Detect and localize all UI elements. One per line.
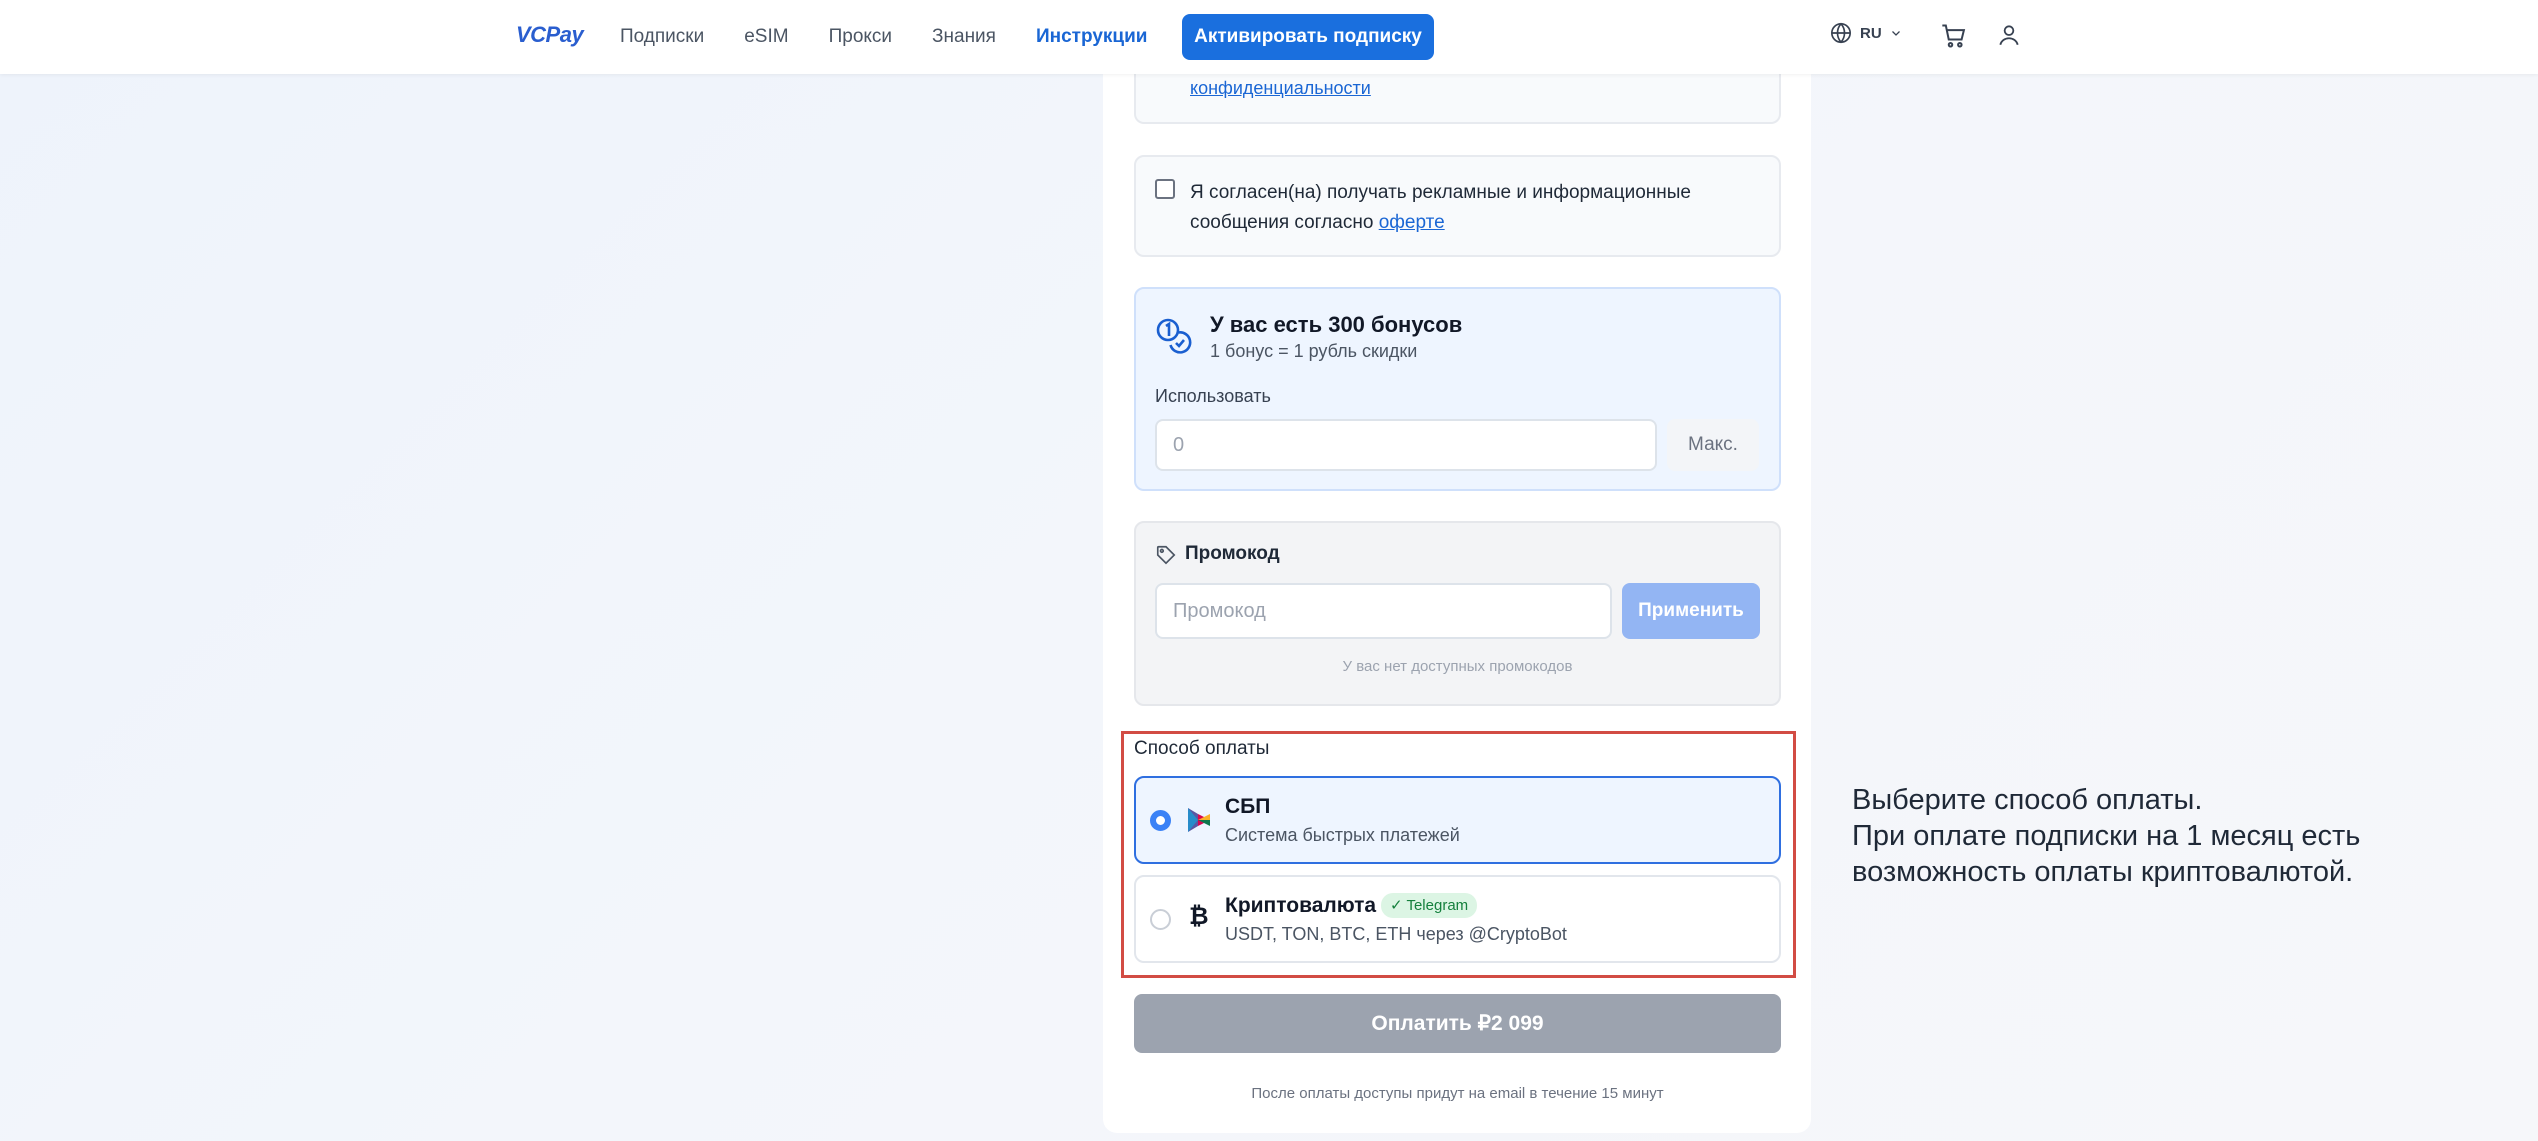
annotation-line-2: При оплате подписки на 1 месяц есть [1852,820,2361,852]
offer-link[interactable]: оферте [1379,212,1445,233]
main-nav: Подписки eSIM Прокси Знания Инструкции [620,0,1187,74]
user-icon[interactable] [1996,22,2022,53]
nav-subscriptions[interactable]: Подписки [620,26,704,48]
payment-option-sbp[interactable] [1134,776,1781,864]
nav-knowledge[interactable]: Знания [932,26,996,48]
language-code: RU [1860,24,1882,42]
nav-proxy[interactable]: Прокси [829,26,892,48]
payment-method-label: Способ оплаты [1134,738,1270,759]
payment-option-crypto[interactable] [1134,875,1781,963]
language-selector[interactable]: RU [1830,22,1902,44]
globe-icon [1830,22,1852,44]
sbp-subtitle: Система быстрых платежей [1225,825,1460,845]
telegram-badge: ✓ Telegram [1381,893,1478,918]
bonus-use-label: Использовать [1155,386,1271,406]
privacy-policy-link[interactable]: конфиденциальности [1190,78,1371,99]
tag-icon [1155,544,1177,571]
sbp-radio[interactable] [1150,810,1171,831]
annotation-line-3: возможность оплаты криптовалютой. [1852,856,2354,888]
pay-button[interactable]: Оплатить ₽2 099 [1134,994,1781,1053]
marketing-consent-text: Я согласен(на) получать рекламные и инфо… [1190,178,1750,238]
activate-subscription-button[interactable]: Активировать подписку [1182,14,1434,60]
promo-label: Промокод [1185,543,1280,564]
crypto-title: Криптовалюта [1225,894,1377,917]
marketing-consent-checkbox[interactable] [1155,179,1175,199]
delivery-note: После оплаты доступы придут на email в т… [1251,1085,1664,1102]
logo[interactable]: VCPay [516,22,584,48]
sbp-logo-icon [1185,806,1213,839]
bonus-title: У вас есть 300 бонусов [1210,312,1463,337]
bonus-amount-input[interactable] [1155,419,1657,471]
chevron-down-icon [1890,27,1902,39]
annotation-line-1: Выберите способ оплаты. [1852,784,2203,816]
coins-icon [1154,316,1194,361]
promo-code-input[interactable] [1155,583,1612,639]
tutorial-annotation: Выберите способ оплаты. При оплате подпи… [1852,782,2472,890]
bonus-rate: 1 бонус = 1 рубль скидки [1210,341,1418,361]
no-promo-note: У вас нет доступных промокодов [1342,658,1573,675]
top-header: VCPay Подписки eSIM Прокси Знания Инстру… [0,0,2538,74]
bonus-max-button[interactable]: Макс. [1667,419,1759,471]
bitcoin-icon: ₿ [1189,903,1209,930]
apply-promo-button[interactable]: Применить [1622,583,1760,639]
crypto-subtitle: USDT, TON, BTC, ETH через @CryptoBot [1225,924,1567,944]
nav-instructions[interactable]: Инструкции [1036,26,1147,48]
nav-esim[interactable]: eSIM [744,26,788,48]
sbp-title: СБП [1225,795,1271,818]
cart-icon[interactable] [1940,22,1968,55]
crypto-radio[interactable] [1150,909,1171,930]
